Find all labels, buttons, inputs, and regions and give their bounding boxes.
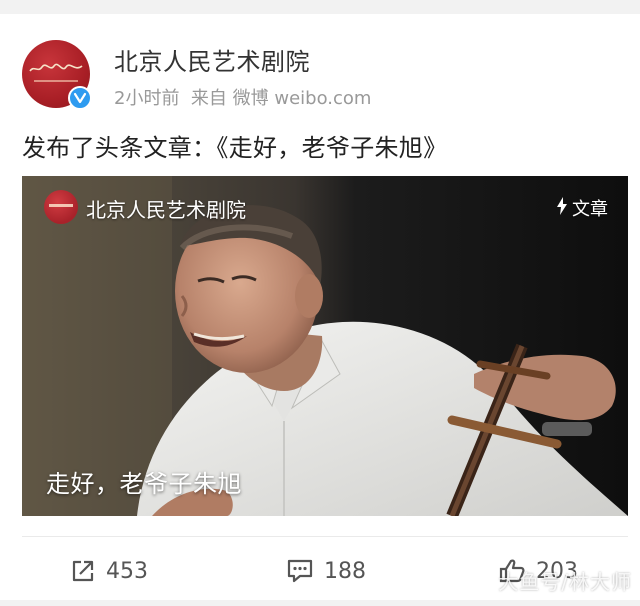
logo-subtitle-line — [34, 80, 78, 82]
top-separator — [0, 0, 640, 14]
repost-button[interactable]: 453 — [70, 558, 148, 584]
verified-badge-icon — [68, 86, 92, 110]
post-text: 发布了头条文章：《走好，老爷子朱旭》 — [22, 134, 448, 162]
actions-divider — [22, 536, 628, 537]
source-prefix: 来自 — [190, 88, 227, 109]
comment-count: 188 — [324, 558, 366, 584]
comment-icon — [286, 558, 314, 584]
article-caption: 走好，老爷子朱旭 — [46, 470, 242, 498]
card-source-name: 北京人民艺术剧院 — [86, 198, 246, 222]
article-type-label: 文章 — [556, 195, 608, 221]
theatre-logo-icon — [29, 63, 83, 75]
post-time: 2小时前 — [114, 88, 180, 109]
lightning-icon — [556, 196, 568, 220]
post-source[interactable]: 微博 weibo.com — [233, 88, 372, 109]
comment-button[interactable]: 188 — [286, 558, 366, 584]
account-name[interactable]: 北京人民艺术剧院 — [114, 42, 310, 77]
watermark-text: 大鱼号/林大师 — [498, 570, 632, 594]
share-icon — [70, 558, 96, 584]
card-source-logo-icon — [44, 190, 78, 224]
repost-count: 453 — [106, 558, 148, 584]
article-type-text: 文章 — [572, 199, 608, 220]
post-meta: 2小时前 来自 微博 weibo.com — [114, 84, 371, 110]
article-card[interactable]: 北京人民艺术剧院 文章 走好，老爷子朱旭 — [22, 176, 628, 516]
bottom-separator — [0, 600, 640, 606]
